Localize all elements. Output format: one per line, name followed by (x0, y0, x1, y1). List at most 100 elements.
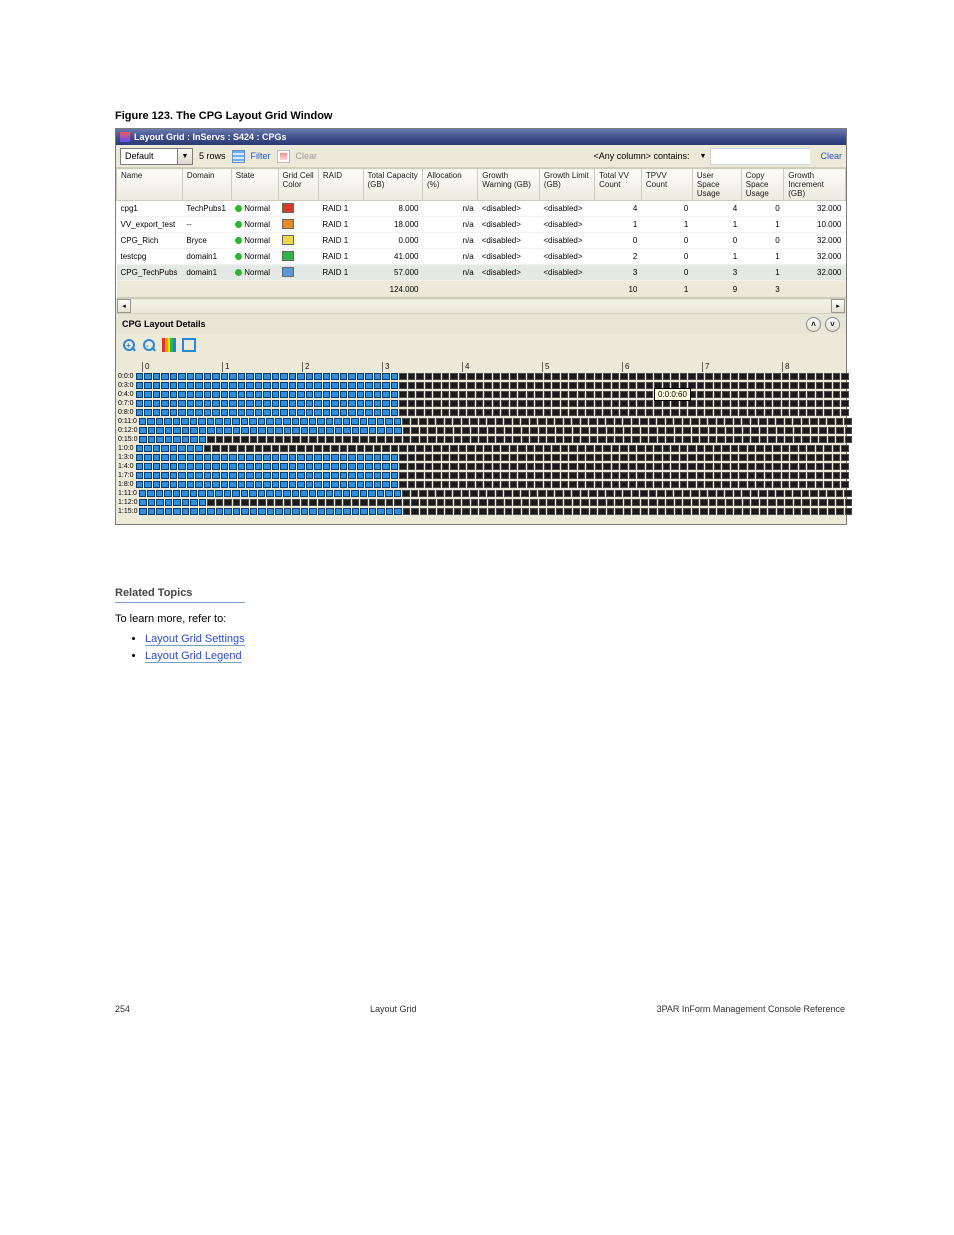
grid-cell[interactable] (765, 382, 773, 390)
grid-cell[interactable] (561, 373, 569, 381)
grid-cell[interactable] (510, 400, 518, 408)
grid-cell[interactable] (598, 418, 606, 426)
grid-cell[interactable] (527, 472, 535, 480)
grid-cell[interactable] (445, 499, 453, 507)
grid-cell[interactable] (433, 409, 441, 417)
grid-cell[interactable] (697, 445, 705, 453)
grid-cell[interactable] (845, 436, 853, 444)
grid-cell[interactable] (649, 436, 657, 444)
grid-cell[interactable] (170, 382, 178, 390)
grid-cell[interactable] (139, 499, 147, 507)
grid-cell[interactable] (450, 400, 458, 408)
grid-cell[interactable] (323, 391, 331, 399)
grid-cell[interactable] (773, 382, 781, 390)
grid-cell[interactable] (844, 418, 852, 426)
table-row[interactable]: CPG_RichBryceNormalRAID 10.000n/a<disabl… (117, 233, 846, 249)
grid-cell[interactable] (708, 418, 716, 426)
grid-cell[interactable] (323, 445, 331, 453)
grid-cell[interactable] (692, 499, 700, 507)
grid-cell[interactable] (459, 454, 467, 462)
grid-cell[interactable] (136, 472, 144, 480)
grid-cell[interactable] (799, 409, 807, 417)
grid-cell[interactable] (663, 481, 671, 489)
grid-cell[interactable] (170, 400, 178, 408)
grid-cell[interactable] (403, 508, 411, 516)
grid-cell[interactable] (394, 499, 402, 507)
grid-cell[interactable] (272, 409, 280, 417)
grid-cell[interactable] (629, 472, 637, 480)
grid-cell[interactable] (807, 472, 815, 480)
grid-cell[interactable] (394, 436, 402, 444)
grid-cell[interactable] (467, 472, 475, 480)
grid-cell[interactable] (816, 463, 824, 471)
grid-cell[interactable] (535, 472, 543, 480)
grid-cell[interactable] (385, 418, 393, 426)
grid-cell[interactable] (811, 499, 819, 507)
grid-cell[interactable] (700, 427, 708, 435)
grid-cell[interactable] (811, 427, 819, 435)
grid-cell[interactable] (442, 445, 450, 453)
grid-cell[interactable] (263, 382, 271, 390)
grid-cell[interactable] (369, 499, 377, 507)
grid-cell[interactable] (238, 391, 246, 399)
grid-cell[interactable] (807, 400, 815, 408)
grid-cell[interactable] (688, 409, 696, 417)
column-header[interactable]: TPVV Count (641, 169, 692, 201)
grid-cell[interactable] (190, 418, 198, 426)
grid-cell[interactable] (819, 436, 827, 444)
grid-cell[interactable] (161, 400, 169, 408)
grid-cell[interactable] (522, 427, 530, 435)
grid-cell[interactable] (476, 400, 484, 408)
grid-cell[interactable] (765, 472, 773, 480)
grid-cell[interactable] (238, 400, 246, 408)
grid-cell[interactable] (765, 463, 773, 471)
grid-cell[interactable] (807, 463, 815, 471)
grid-cell[interactable] (836, 508, 844, 516)
grid-cell[interactable] (284, 508, 292, 516)
grid-cell[interactable] (139, 427, 147, 435)
grid-cell[interactable] (629, 391, 637, 399)
grid-cell[interactable] (467, 409, 475, 417)
grid-cell[interactable] (173, 427, 181, 435)
grid-cell[interactable] (416, 382, 424, 390)
grid-cell[interactable] (323, 373, 331, 381)
grid-cell[interactable] (612, 454, 620, 462)
grid-cell[interactable] (292, 508, 300, 516)
grid-cell[interactable] (841, 472, 849, 480)
grid-cell[interactable] (445, 508, 453, 516)
grid-cell[interactable] (845, 499, 853, 507)
grid-cell[interactable] (382, 409, 390, 417)
grid-cell[interactable] (683, 499, 691, 507)
grid-cell[interactable] (297, 481, 305, 489)
column-header[interactable]: Total VV Count (595, 169, 642, 201)
grid-cell[interactable] (348, 409, 356, 417)
grid-cell[interactable] (768, 499, 776, 507)
grid-cell[interactable] (501, 382, 509, 390)
grid-cell[interactable] (501, 373, 509, 381)
grid-cell[interactable] (442, 391, 450, 399)
grid-cell[interactable] (620, 409, 628, 417)
grid-cell[interactable] (833, 463, 841, 471)
grid-cell[interactable] (317, 418, 325, 426)
grid-cell[interactable] (335, 436, 343, 444)
grid-cell[interactable] (513, 490, 521, 498)
grid-cell[interactable] (731, 409, 739, 417)
grid-cell[interactable] (777, 436, 785, 444)
grid-cell[interactable] (267, 499, 275, 507)
grid-cell[interactable] (272, 400, 280, 408)
grid-cell[interactable] (484, 409, 492, 417)
grid-cell[interactable] (148, 427, 156, 435)
grid-cell[interactable] (535, 391, 543, 399)
grid-cell[interactable] (471, 436, 479, 444)
grid-cell[interactable] (666, 436, 674, 444)
grid-cell[interactable] (603, 463, 611, 471)
fullscreen-icon[interactable] (182, 338, 196, 352)
grid-cell[interactable] (513, 499, 521, 507)
grid-cell[interactable] (595, 409, 603, 417)
grid-cell[interactable] (272, 373, 280, 381)
grid-cell[interactable] (556, 499, 564, 507)
grid-cell[interactable] (450, 382, 458, 390)
grid-cell[interactable] (229, 481, 237, 489)
legend-icon[interactable] (162, 338, 176, 352)
grid-cell[interactable] (802, 490, 810, 498)
